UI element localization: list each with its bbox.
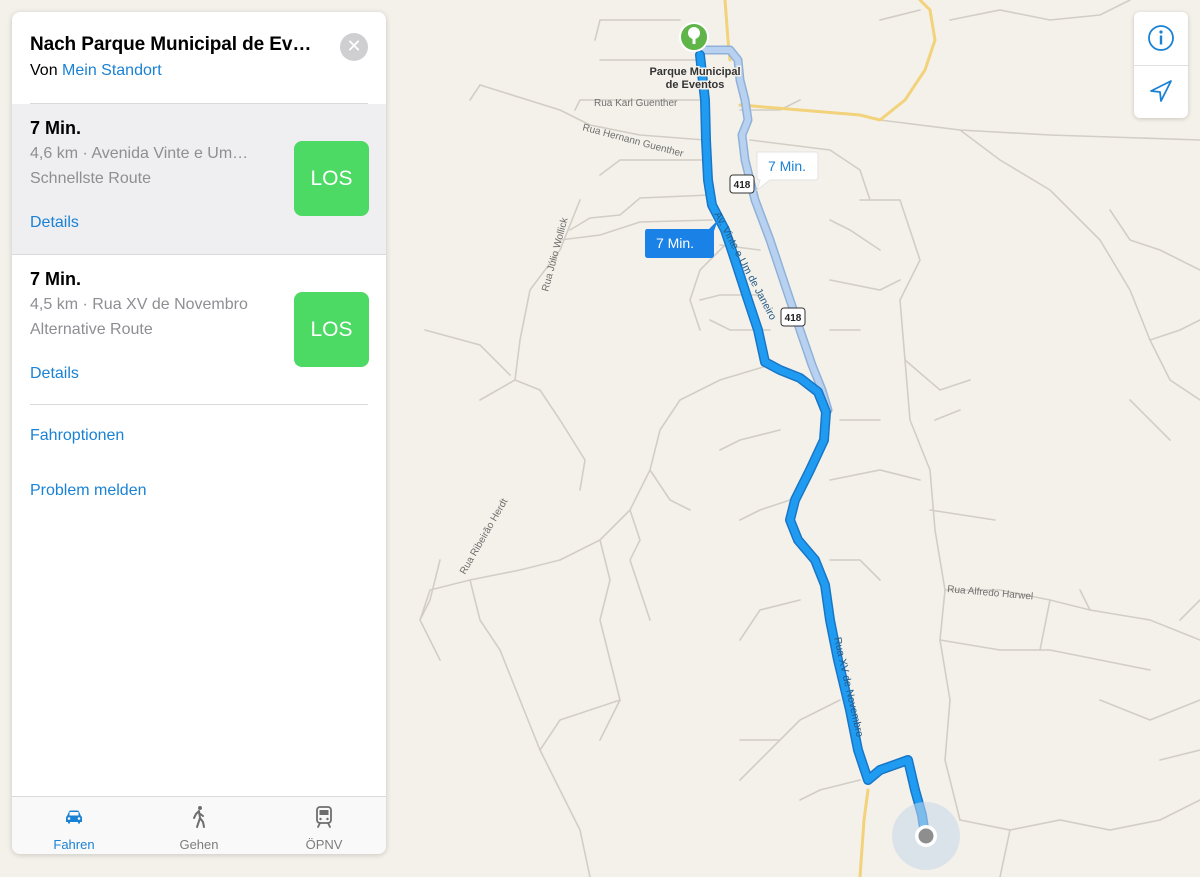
map-controls xyxy=(1134,12,1188,118)
info-button[interactable] xyxy=(1134,12,1188,65)
svg-text:de Eventos: de Eventos xyxy=(666,79,725,91)
tab-walking[interactable]: Gehen xyxy=(137,797,261,854)
route-option-alternative[interactable]: 7 Min. 4,5 km · Rua XV de Novembro Alter… xyxy=(12,255,386,405)
svg-text:418: 418 xyxy=(734,180,751,191)
close-button[interactable]: ✕ xyxy=(340,33,368,61)
route-type: Alternative Route xyxy=(30,321,153,338)
go-button[interactable]: LOS xyxy=(294,141,369,216)
route-option-fastest[interactable]: 7 Min. 4,6 km · Avenida Vinte e Um… Schn… xyxy=(12,104,386,254)
train-icon xyxy=(316,806,332,828)
tab-label: Gehen xyxy=(179,837,219,852)
tab-label: ÖPNV xyxy=(305,837,343,852)
svg-text:418: 418 xyxy=(785,313,802,324)
tab-transit[interactable]: ÖPNV xyxy=(262,797,386,854)
location-arrow-icon xyxy=(1150,80,1172,102)
transport-tab-bar: Fahren Gehen ÖPNV xyxy=(12,796,386,854)
tracking-button[interactable] xyxy=(1134,66,1188,119)
car-icon xyxy=(66,810,82,824)
svg-text:7 Min.: 7 Min. xyxy=(656,235,694,251)
close-icon: ✕ xyxy=(346,36,362,57)
route-type: Schnellste Route xyxy=(30,170,151,187)
destination-pin[interactable] xyxy=(679,22,709,52)
directions-header: Nach Parque Municipal de Ev… Von Mein St… xyxy=(30,34,330,80)
origin-line: Von Mein Standort xyxy=(30,62,330,80)
origin-prefix: Von xyxy=(30,62,63,79)
user-location-marker[interactable] xyxy=(892,802,960,870)
divider xyxy=(30,404,368,405)
svg-text:Parque Municipal: Parque Municipal xyxy=(649,66,740,78)
svg-text:7 Min.: 7 Min. xyxy=(768,158,806,174)
route-info: 4,6 km · Avenida Vinte e Um… xyxy=(30,145,249,162)
highway-shield: 418 xyxy=(729,174,755,194)
info-icon xyxy=(1148,25,1174,51)
report-problem-link[interactable]: Problem melden xyxy=(30,482,147,500)
highway-shield: 418 xyxy=(780,307,806,327)
route-details-link[interactable]: Details xyxy=(30,365,79,383)
directions-panel: Nach Parque Municipal de Ev… Von Mein St… xyxy=(12,12,386,854)
route-details-link[interactable]: Details xyxy=(30,214,79,232)
driving-options-link[interactable]: Fahroptionen xyxy=(30,427,124,445)
route-time: 7 Min. xyxy=(30,118,82,138)
origin-link[interactable]: Mein Standort xyxy=(62,62,162,79)
street-label-karl-guenther: Rua Karl Guenther xyxy=(594,98,678,109)
route-info: 4,5 km · Rua XV de Novembro xyxy=(30,296,248,313)
destination-title: Nach Parque Municipal de Ev… xyxy=(30,34,312,55)
route-time: 7 Min. xyxy=(30,269,82,289)
go-button[interactable]: LOS xyxy=(294,292,369,367)
tab-label: Fahren xyxy=(53,837,95,852)
tab-driving[interactable]: Fahren xyxy=(12,797,136,854)
walking-person-icon xyxy=(193,806,205,828)
